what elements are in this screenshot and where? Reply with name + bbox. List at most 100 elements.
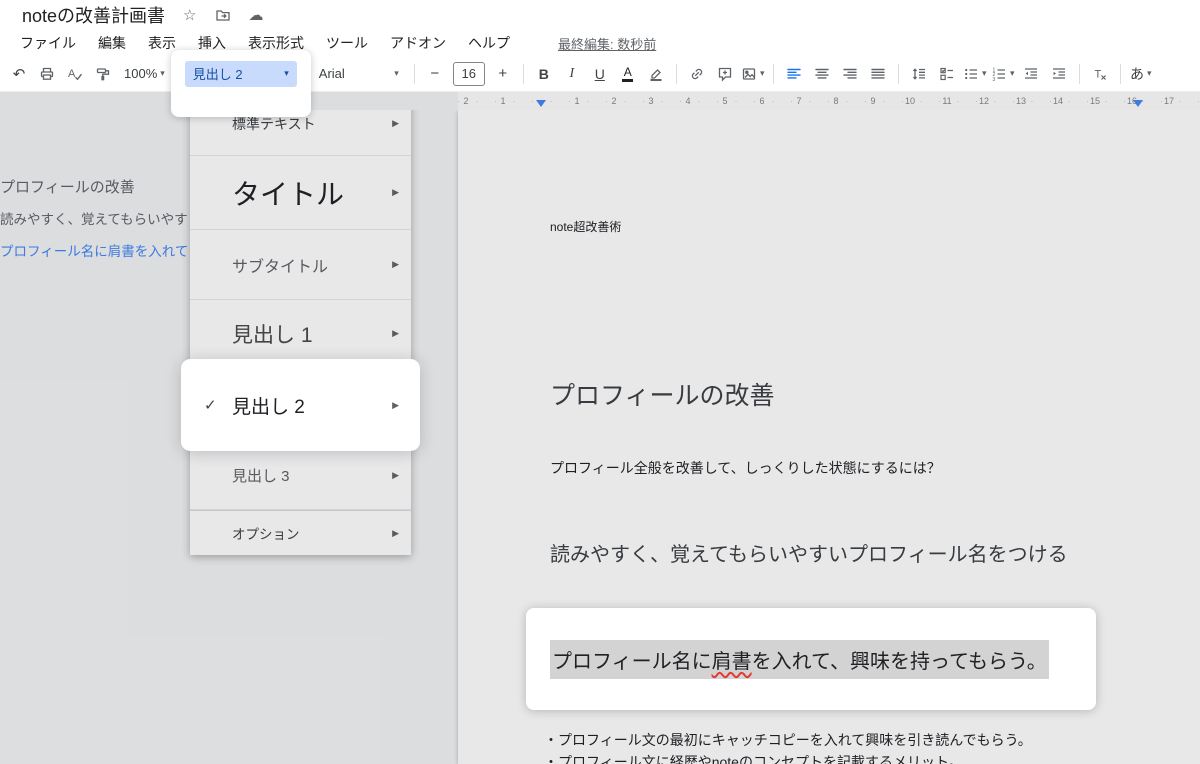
add-comment-icon[interactable] bbox=[712, 61, 738, 87]
paragraph-style-select[interactable]: 見出し 2 ▾ bbox=[184, 60, 297, 87]
zoom-select[interactable]: 100% ▾ bbox=[118, 61, 171, 87]
ruler-number: 1 bbox=[574, 96, 580, 106]
input-tool-label: あ bbox=[1130, 65, 1145, 82]
text-color-button[interactable]: A bbox=[615, 61, 641, 87]
bullet-list-button[interactable]: ▾ bbox=[962, 61, 988, 87]
star-icon[interactable]: ☆ bbox=[183, 8, 196, 23]
outline-item[interactable]: 読みやすく、覚えてもらいやす bbox=[0, 208, 190, 228]
paragraph[interactable]: プロフィール全般を改善して、しっくりした状態にするには？ bbox=[550, 458, 941, 478]
cloud-status-icon[interactable]: ☁ bbox=[249, 8, 264, 23]
styles-menu-item-options[interactable]: オプション ▶ bbox=[190, 511, 411, 555]
paragraph-styles-menu: 標準テキスト ▶ タイトル ▶ サブタイトル ▶ 見出し 1 ▶ ✓ 見出し 2… bbox=[190, 92, 411, 555]
print-icon[interactable] bbox=[34, 61, 60, 87]
paragraph-style-value: 見出し 2 bbox=[192, 67, 243, 82]
align-left-icon[interactable] bbox=[781, 61, 807, 87]
undo-icon[interactable]: ↶ bbox=[6, 61, 32, 87]
styles-menu-item-heading3[interactable]: 見出し 3 ▶ bbox=[190, 442, 411, 510]
chevron-down-icon: ▾ bbox=[1010, 68, 1015, 78]
insert-link-icon[interactable] bbox=[684, 61, 710, 87]
styles-menu-item-label: 見出し 1 bbox=[232, 323, 313, 347]
toolbar-separator bbox=[675, 63, 677, 84]
misspelled-word: 肩書 bbox=[711, 650, 752, 673]
highlight-color-icon[interactable] bbox=[643, 61, 669, 87]
toolbar-separator bbox=[1078, 63, 1080, 84]
right-indent-marker[interactable] bbox=[1133, 100, 1143, 107]
heading-1[interactable]: プロフィールの改善 bbox=[550, 376, 775, 412]
paragraph[interactable]: ・プロフィール文の最初にキャッチコピーを入れて興味を引き読んでもらう。 bbox=[544, 730, 1032, 750]
paragraph[interactable]: ・プロフィール文に経歴やnoteのコンセプトを記載するメリット。 bbox=[544, 752, 963, 764]
document-canvas: プロフィールの改善 読みやすく、覚えてもらいやす プロフィール名に肩書を入れて … bbox=[0, 110, 1200, 764]
svg-text:3: 3 bbox=[993, 76, 996, 81]
clear-formatting-icon[interactable]: T bbox=[1087, 61, 1113, 87]
spellcheck-icon[interactable]: A bbox=[62, 61, 88, 87]
toolbar: ↶ A 100% ▾ 見出し 2 ▾ Arial ▾ − 16 + B I U … bbox=[0, 49, 1200, 117]
svg-text:A: A bbox=[68, 68, 76, 80]
styles-menu-item-subtitle[interactable]: サブタイトル ▶ bbox=[190, 230, 411, 300]
ruler-number: 17 bbox=[1163, 96, 1175, 106]
svg-text:T: T bbox=[1094, 68, 1101, 80]
styles-menu-item-label: 見出し 2 bbox=[232, 396, 305, 418]
numbered-list-button[interactable]: 123 ▾ bbox=[990, 61, 1016, 87]
last-edited-link[interactable]: 最終編集: 数秒前 bbox=[558, 34, 656, 53]
heading-2[interactable]: 読みやすく、覚えてもらいやすいプロフィール名をつける bbox=[550, 538, 1068, 567]
menu-edit[interactable]: 編集 bbox=[98, 33, 126, 53]
italic-button[interactable]: I bbox=[559, 61, 585, 87]
checklist-icon[interactable] bbox=[934, 61, 960, 87]
left-indent-marker[interactable] bbox=[536, 100, 546, 107]
ruler-number: 15 bbox=[1089, 96, 1101, 106]
styles-menu-item-heading2[interactable]: ✓ 見出し 2 ▶ bbox=[190, 368, 411, 442]
text-color-icon: A bbox=[622, 66, 634, 82]
chevron-down-icon: ▾ bbox=[760, 68, 765, 78]
menu-addons[interactable]: アドオン bbox=[390, 33, 446, 53]
toolbar-separator bbox=[522, 63, 524, 84]
outline-item[interactable]: プロフィールの改善 bbox=[0, 176, 190, 197]
font-size-decrease-button[interactable]: − bbox=[422, 61, 448, 87]
styles-menu-item-title[interactable]: タイトル ▶ bbox=[190, 156, 411, 230]
ruler-number: 3 bbox=[648, 96, 654, 106]
selected-text-part: を入れて、興味を持ってもらう。 bbox=[751, 650, 1047, 673]
underline-button[interactable]: U bbox=[587, 61, 613, 87]
align-right-icon[interactable] bbox=[837, 61, 863, 87]
document-page[interactable]: note超改善術 プロフィールの改善 プロフィール全般を改善して、しっくりした状… bbox=[458, 110, 1200, 764]
submenu-arrow-icon: ▶ bbox=[392, 259, 399, 269]
menu-file[interactable]: ファイル bbox=[20, 33, 76, 53]
selected-text[interactable]: プロフィール名に肩書を入れて、興味を持ってもらう。 bbox=[550, 639, 1049, 679]
indent-icon[interactable] bbox=[1046, 61, 1072, 87]
styles-menu-item-label: タイトル bbox=[232, 178, 345, 210]
chevron-down-icon: ▾ bbox=[394, 68, 399, 78]
ruler-number: 9 bbox=[870, 96, 876, 106]
ruler-number: 1 bbox=[500, 96, 506, 106]
styles-menu-item-label: 見出し 3 bbox=[232, 468, 290, 485]
styles-menu-item-label: サブタイトル bbox=[232, 258, 329, 276]
line-spacing-icon[interactable] bbox=[906, 61, 932, 87]
align-justify-icon[interactable] bbox=[865, 61, 891, 87]
menu-help[interactable]: ヘルプ bbox=[468, 33, 510, 53]
font-family-select[interactable]: Arial ▾ bbox=[311, 61, 407, 87]
paint-format-icon[interactable] bbox=[90, 61, 116, 87]
menu-tools[interactable]: ツール bbox=[326, 33, 368, 53]
paragraph[interactable]: note超改善術 bbox=[550, 218, 621, 235]
move-folder-icon[interactable] bbox=[215, 7, 231, 23]
check-icon: ✓ bbox=[204, 397, 217, 414]
chevron-down-icon: ▾ bbox=[982, 68, 987, 78]
font-size-increase-button[interactable]: + bbox=[490, 61, 516, 87]
ruler-number: 14 bbox=[1052, 96, 1064, 106]
input-tools-button[interactable]: あ ▾ bbox=[1128, 61, 1154, 87]
font-size-input[interactable]: 16 bbox=[452, 61, 485, 86]
toolbar-separator bbox=[897, 63, 899, 84]
document-title[interactable]: noteの改善計画書 bbox=[22, 2, 165, 28]
bold-button[interactable]: B bbox=[531, 61, 557, 87]
ruler-number: 10 bbox=[904, 96, 916, 106]
submenu-arrow-icon: ▶ bbox=[392, 470, 399, 480]
align-center-icon[interactable] bbox=[809, 61, 835, 87]
styles-menu-item-heading1[interactable]: 見出し 1 ▶ bbox=[190, 300, 411, 368]
outdent-icon[interactable] bbox=[1018, 61, 1044, 87]
ruler-number: 5 bbox=[722, 96, 728, 106]
title-bar: noteの改善計画書 ☆ ☁ bbox=[0, 0, 1200, 30]
submenu-arrow-icon: ▶ bbox=[392, 187, 399, 197]
submenu-arrow-icon: ▶ bbox=[392, 399, 399, 410]
insert-image-button[interactable]: ▾ bbox=[740, 61, 766, 87]
outline-item-active[interactable]: プロフィール名に肩書を入れて bbox=[0, 240, 190, 260]
ruler-number: 11 bbox=[942, 96, 952, 106]
menu-view[interactable]: 表示 bbox=[148, 33, 176, 53]
